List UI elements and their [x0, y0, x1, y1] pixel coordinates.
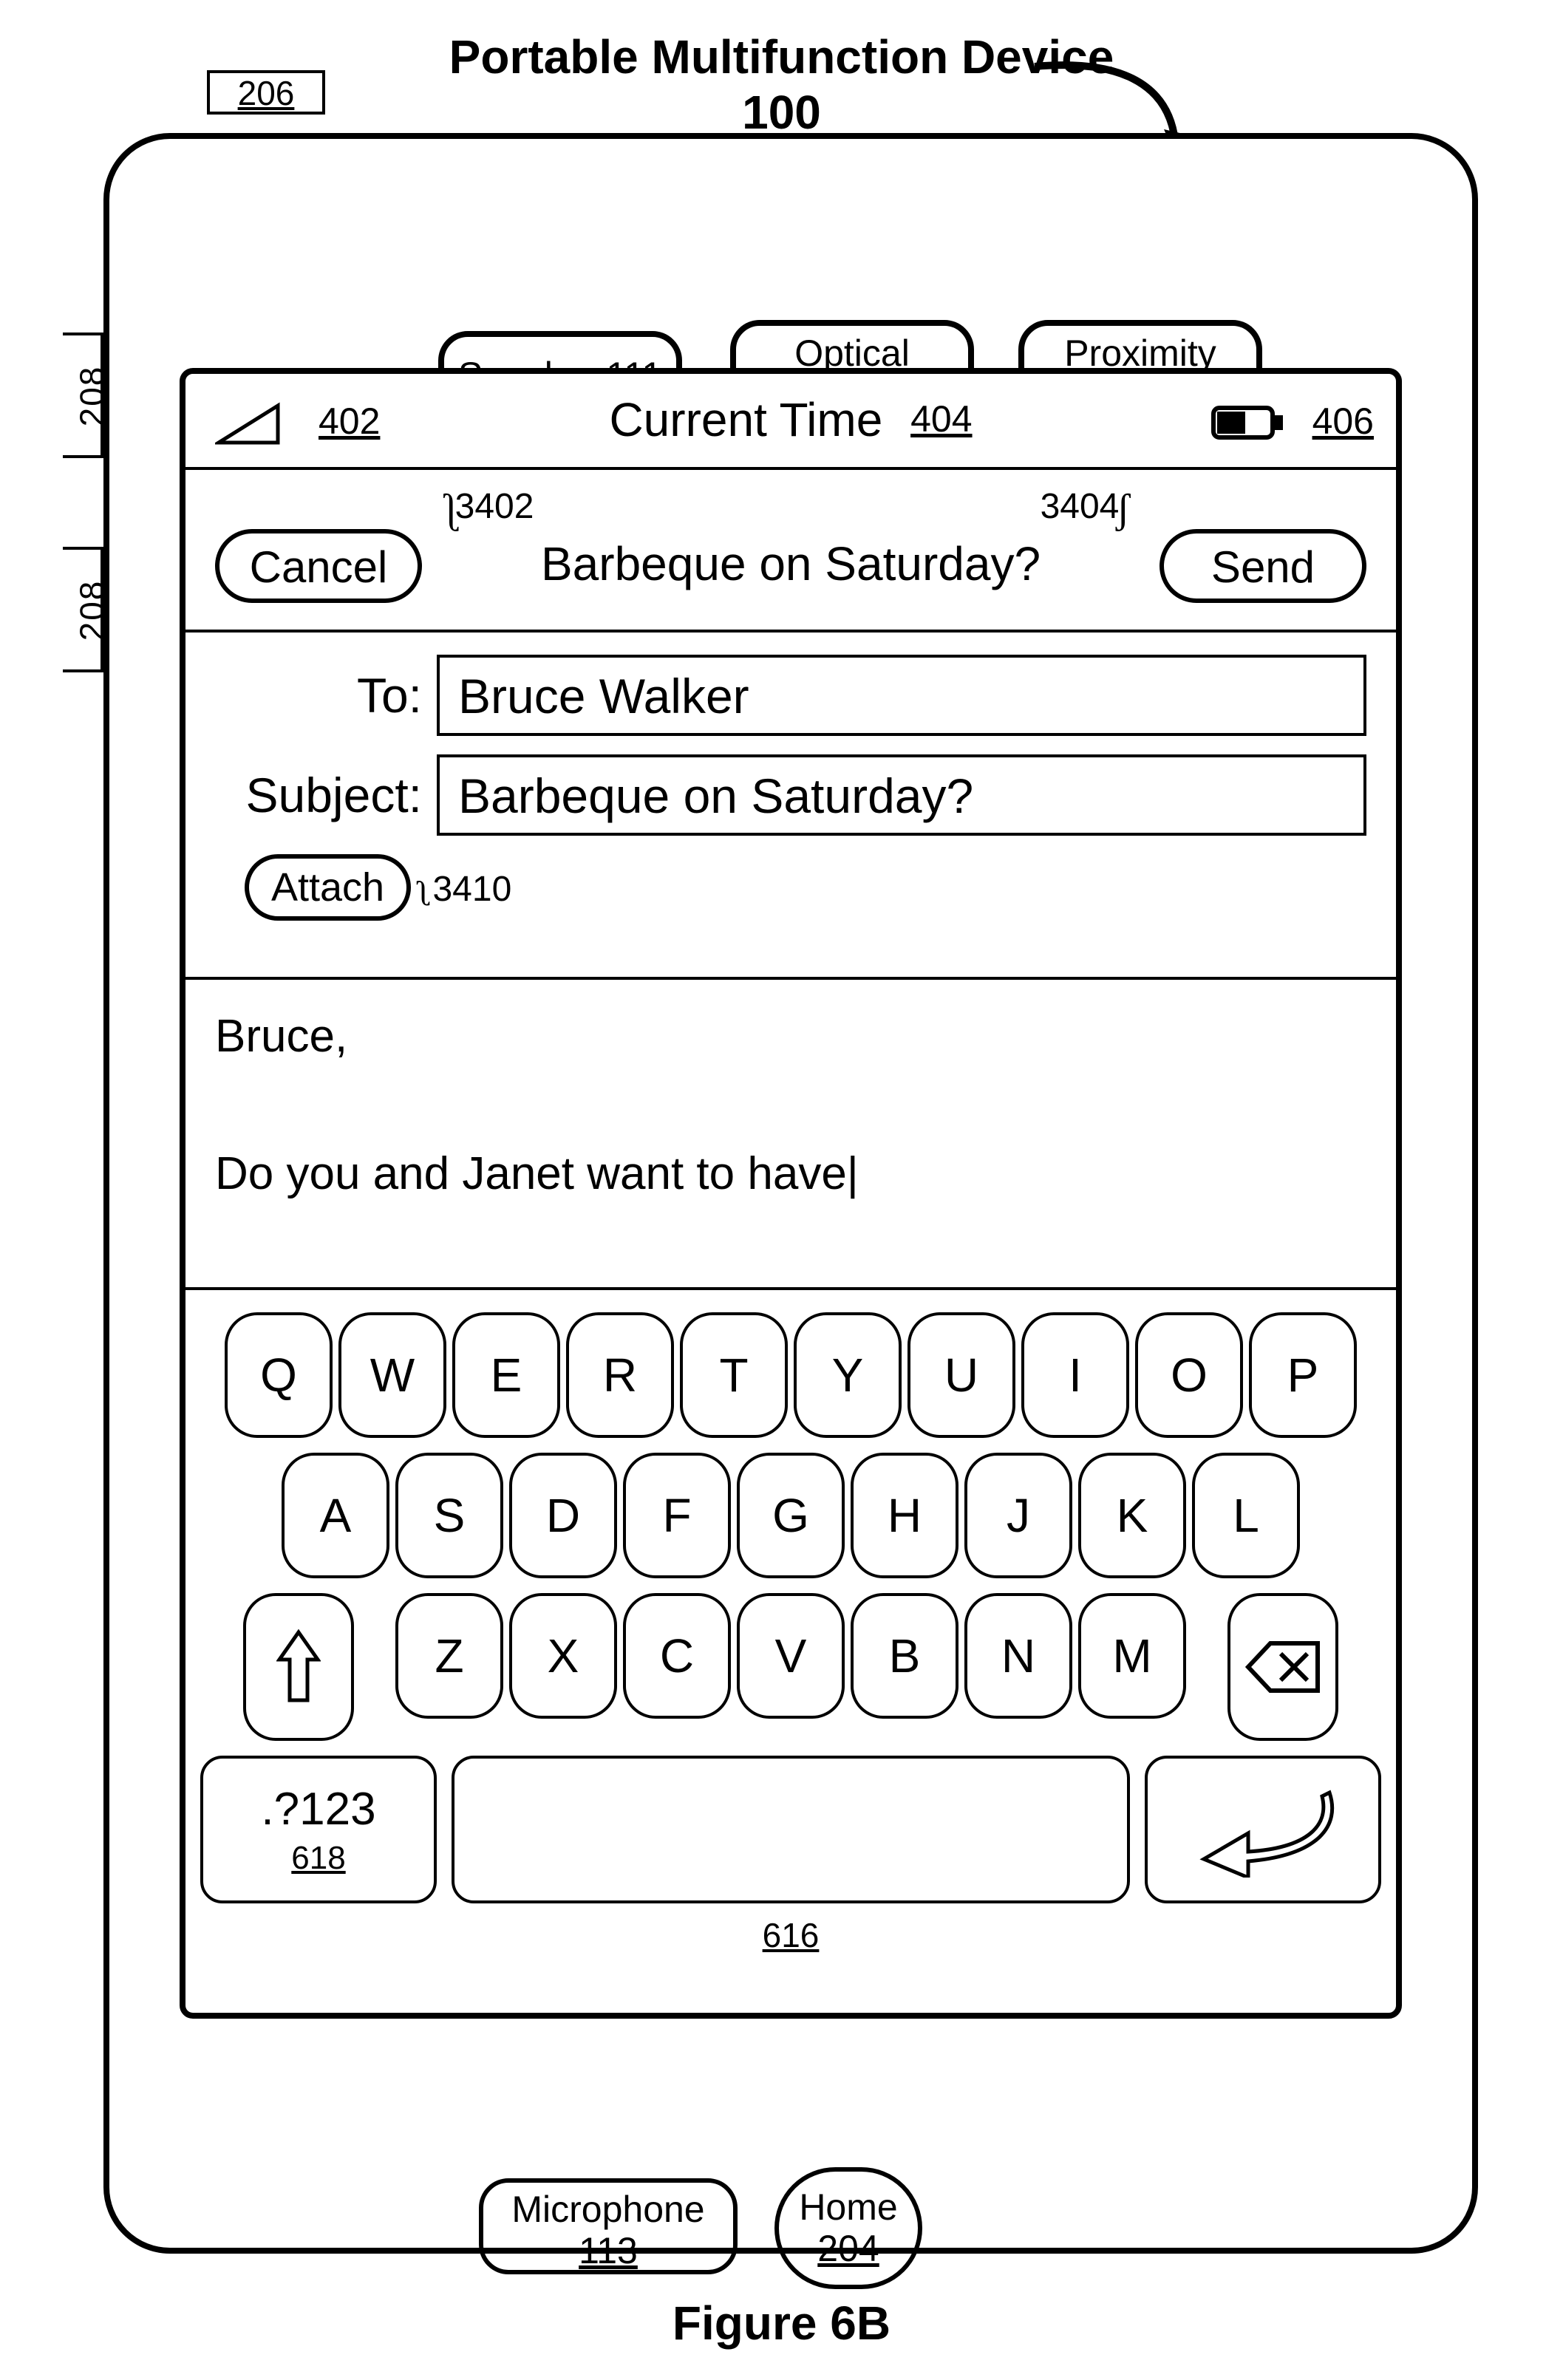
shift-icon: [276, 1626, 321, 1708]
key-j[interactable]: J: [964, 1453, 1072, 1578]
key-i[interactable]: I: [1021, 1312, 1129, 1438]
ref-3410: ʅ3410: [418, 870, 512, 909]
key-n[interactable]: N: [964, 1593, 1072, 1719]
to-field[interactable]: Bruce Walker: [437, 655, 1366, 736]
battery-icon: [1211, 402, 1285, 443]
key-o[interactable]: O: [1135, 1312, 1243, 1438]
subject-field[interactable]: Barbeque on Saturday?: [437, 754, 1366, 836]
return-key[interactable]: [1145, 1756, 1381, 1903]
key-y[interactable]: Y: [794, 1312, 902, 1438]
figure-caption: Figure 6B: [0, 2296, 1563, 2350]
key-v[interactable]: V: [737, 1593, 845, 1719]
ref-404: 404: [910, 398, 972, 440]
compose-title: Barbeque on Saturday?: [444, 536, 1137, 591]
key-r[interactable]: R: [566, 1312, 674, 1438]
cancel-button[interactable]: Cancel: [215, 529, 422, 603]
ref-3402: ʃ3402: [444, 481, 534, 528]
backspace-icon: [1242, 1637, 1324, 1697]
home-button[interactable]: Home 204: [774, 2167, 922, 2289]
key-z[interactable]: Z: [395, 1593, 503, 1719]
ref-3404: 3404ʃ: [1041, 481, 1130, 528]
microphone-label: Microphone 113: [479, 2178, 738, 2274]
ref-206: 206: [207, 70, 325, 115]
key-x[interactable]: X: [509, 1593, 617, 1719]
subject-label: Subject:: [215, 767, 437, 823]
key-h[interactable]: H: [851, 1453, 958, 1578]
ref-406: 406: [1312, 400, 1374, 443]
ref-208-upper: 208: [63, 333, 103, 458]
key-f[interactable]: F: [623, 1453, 731, 1578]
send-button[interactable]: Send: [1160, 529, 1366, 603]
key-t[interactable]: T: [680, 1312, 788, 1438]
compose-header: ʃ3402 3404ʃ Cancel Barbeque on Saturday?…: [185, 470, 1396, 632]
key-a[interactable]: A: [282, 1453, 389, 1578]
key-b[interactable]: B: [851, 1593, 958, 1719]
backspace-key[interactable]: [1227, 1593, 1338, 1741]
device-body: Speaker 111 Optical Sensor 164 Proximity…: [103, 133, 1478, 2254]
soft-keyboard: QWERTYUIOP ASDFGHJKL ZXCVBNM: [185, 1290, 1396, 1918]
key-k[interactable]: K: [1078, 1453, 1186, 1578]
key-c[interactable]: C: [623, 1593, 731, 1719]
return-icon: [1189, 1781, 1337, 1878]
touch-screen[interactable]: 402 Current Time 404 406 ʃ3402 3404: [180, 368, 1402, 2019]
key-s[interactable]: S: [395, 1453, 503, 1578]
key-e[interactable]: E: [452, 1312, 560, 1438]
key-w[interactable]: W: [338, 1312, 446, 1438]
ref-618: 618: [291, 1840, 345, 1877]
to-label: To:: [215, 667, 437, 723]
key-q[interactable]: Q: [225, 1312, 333, 1438]
ref-208-lower: 208: [63, 547, 103, 672]
key-u[interactable]: U: [908, 1312, 1015, 1438]
key-l[interactable]: L: [1192, 1453, 1300, 1578]
mode-switch-key[interactable]: .?123 618: [200, 1756, 437, 1903]
attach-button[interactable]: Attach: [245, 854, 411, 921]
message-body[interactable]: Bruce, Do you and Janet want to have|: [185, 980, 1396, 1290]
key-d[interactable]: D: [509, 1453, 617, 1578]
ref-616: 616: [185, 1915, 1396, 1955]
key-p[interactable]: P: [1249, 1312, 1357, 1438]
key-g[interactable]: G: [737, 1453, 845, 1578]
space-key[interactable]: [452, 1756, 1130, 1903]
shift-key[interactable]: [243, 1593, 354, 1741]
compose-fields: To: Bruce Walker Subject: Barbeque on Sa…: [185, 632, 1396, 980]
key-m[interactable]: M: [1078, 1593, 1186, 1719]
status-bar: 402 Current Time 404 406: [185, 374, 1396, 470]
